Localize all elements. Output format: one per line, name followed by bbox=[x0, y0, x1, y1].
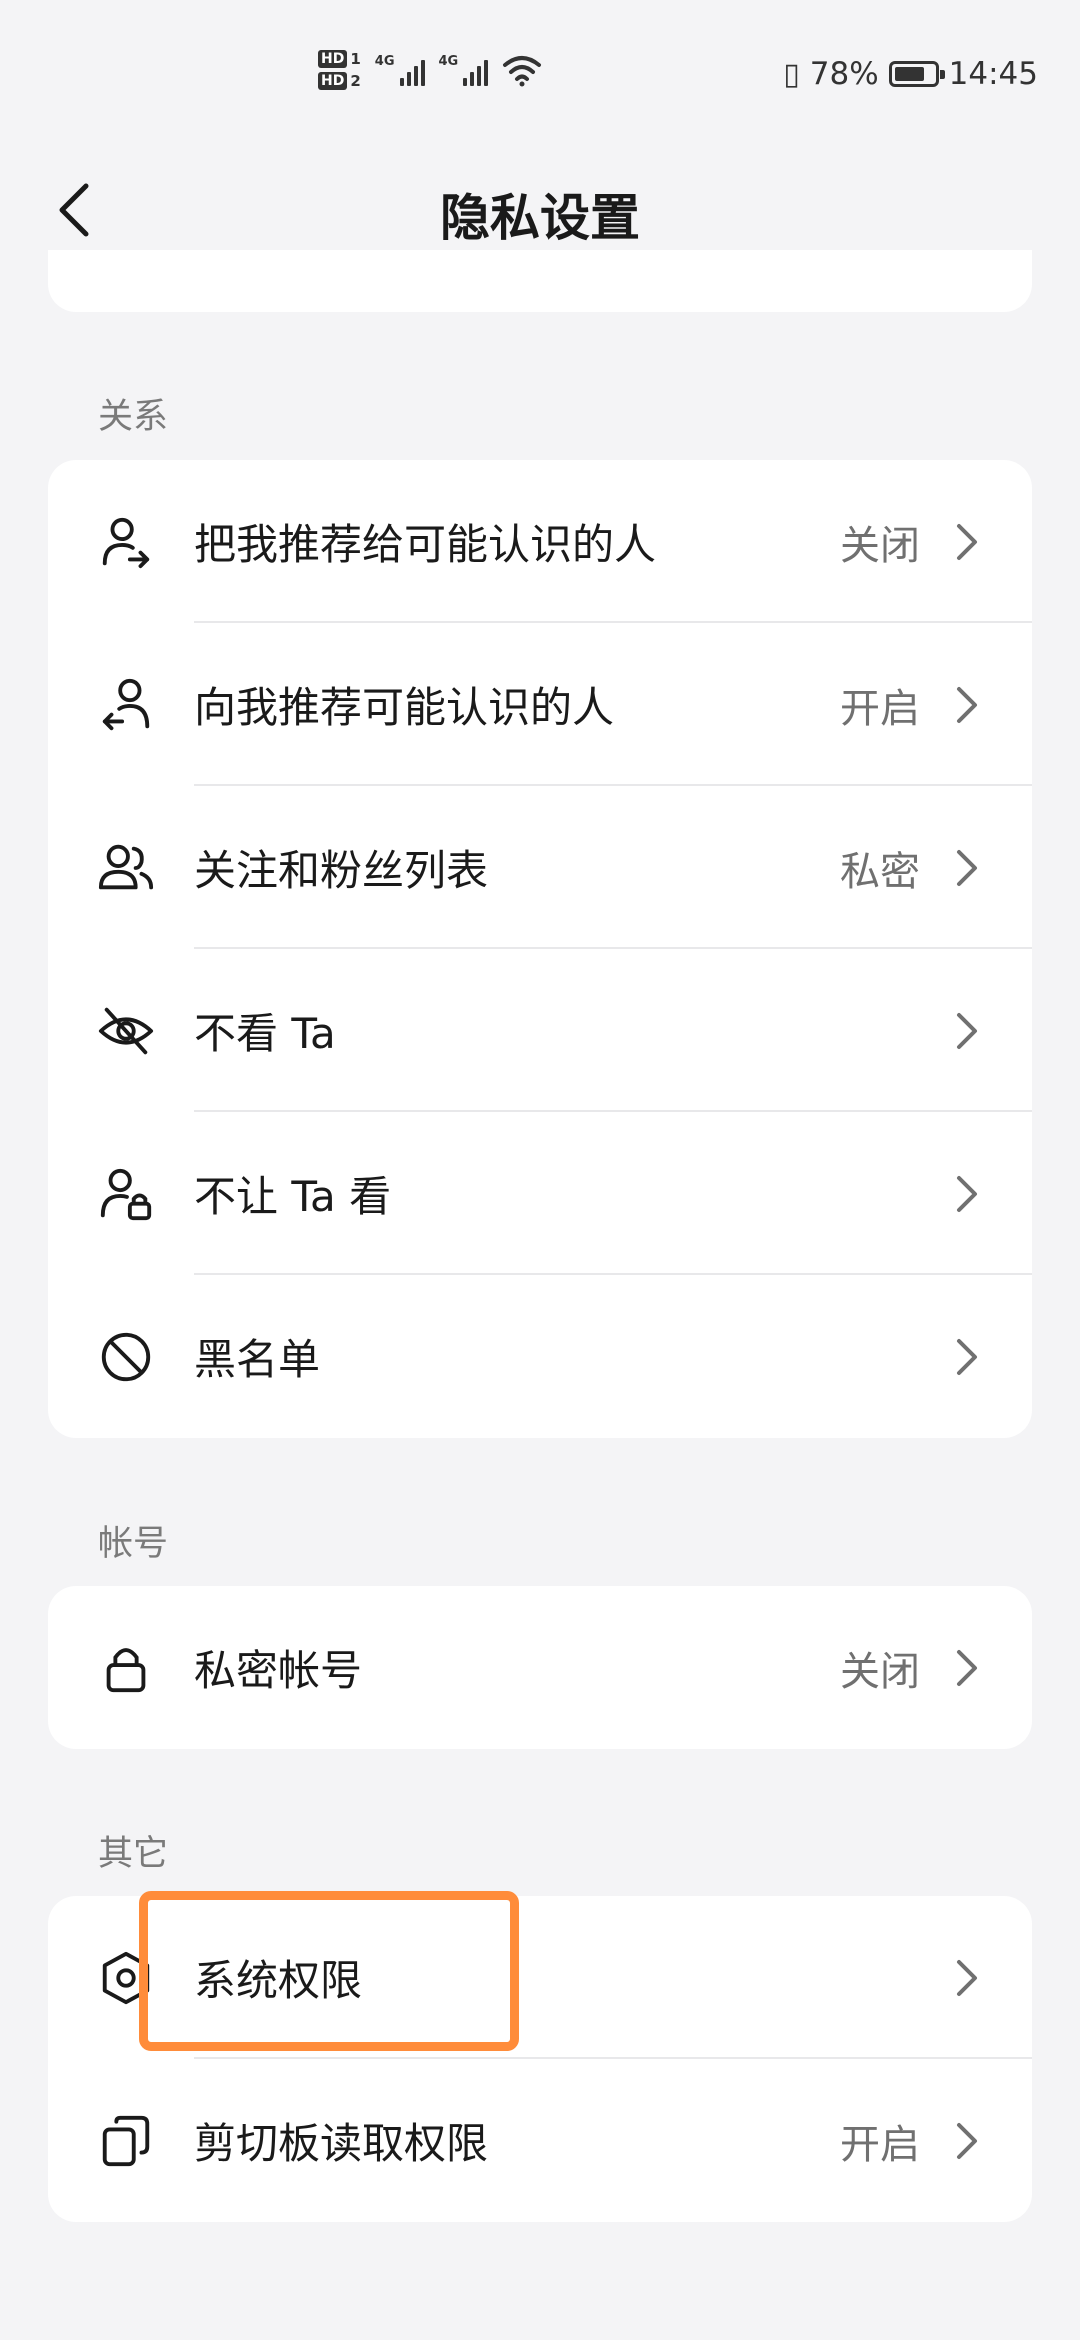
setting-row-private-account[interactable]: 私密帐号 关闭 bbox=[48, 1586, 1032, 1749]
account-card: 私密帐号 关闭 bbox=[48, 1586, 1032, 1749]
clipboard-copy-icon bbox=[96, 2111, 156, 2171]
chevron-right-icon bbox=[957, 686, 977, 723]
setting-row-system-permissions[interactable]: 系统权限 bbox=[48, 1896, 1032, 2059]
chevron-right-icon bbox=[957, 523, 977, 560]
setting-value: 关闭 bbox=[840, 522, 920, 569]
other-card: 系统权限 剪切板读取权限 开启 bbox=[48, 1896, 1032, 2222]
signal-icon-1: 4G bbox=[375, 54, 425, 86]
battery-percent: 78% bbox=[809, 56, 879, 92]
hd2-badge: HD bbox=[318, 72, 348, 90]
setting-label: 黑名单 bbox=[194, 1335, 321, 1384]
setting-value: 开启 bbox=[840, 685, 920, 732]
clock: 14:45 bbox=[948, 56, 1038, 92]
section-label-relations: 关系 bbox=[98, 397, 169, 437]
setting-label: 不让 Ta 看 bbox=[194, 1172, 392, 1221]
wifi-icon bbox=[503, 56, 542, 87]
chevron-right-icon bbox=[957, 1012, 977, 1049]
setting-row-dont-let-ta-see[interactable]: 不让 Ta 看 bbox=[48, 1112, 1032, 1275]
setting-row-recommend-me[interactable]: 把我推荐给可能认识的人 关闭 bbox=[48, 460, 1032, 623]
previous-card-remnant bbox=[48, 250, 1032, 312]
chevron-right-icon bbox=[957, 2122, 977, 2159]
section-label-account: 帐号 bbox=[98, 1524, 169, 1564]
setting-label: 把我推荐给可能认识的人 bbox=[194, 520, 657, 569]
chevron-right-icon bbox=[957, 1959, 977, 1996]
signal1-label: 4G bbox=[374, 54, 395, 69]
setting-row-dont-see-ta[interactable]: 不看 Ta bbox=[48, 949, 1032, 1112]
block-icon bbox=[96, 1327, 156, 1387]
status-bar-right: ▯ 78% 14:45 bbox=[783, 56, 1038, 92]
setting-row-follow-fans-list[interactable]: 关注和粉丝列表 私密 bbox=[48, 786, 1032, 949]
relations-card: 把我推荐给可能认识的人 关闭 向我推荐可能认识的人 开启 关注和粉丝列表 私密 … bbox=[48, 460, 1032, 1438]
chevron-right-icon bbox=[957, 1175, 977, 1212]
setting-row-recommend-to-me[interactable]: 向我推荐可能认识的人 开启 bbox=[48, 623, 1032, 786]
section-label-other: 其它 bbox=[98, 1834, 169, 1874]
vibrate-icon: ▯ bbox=[783, 56, 800, 92]
signal-icon-2: 4G bbox=[439, 54, 489, 86]
hd1-badge: HD bbox=[318, 50, 348, 68]
status-bar: HD 1 HD 2 4G 4G ▯ 78% 14:45 bbox=[0, 0, 1080, 150]
setting-label: 私密帐号 bbox=[194, 1646, 363, 1695]
eye-off-icon bbox=[96, 1001, 156, 1061]
chevron-right-icon bbox=[957, 1338, 977, 1375]
hd1-number: 1 bbox=[350, 50, 361, 68]
setting-label: 不看 Ta bbox=[194, 1009, 336, 1058]
signal2-label: 4G bbox=[438, 54, 459, 69]
page-title: 隐私设置 bbox=[440, 189, 640, 247]
person-lock-icon bbox=[96, 1164, 156, 1224]
chevron-right-icon bbox=[957, 1649, 977, 1686]
setting-row-clipboard-permission[interactable]: 剪切板读取权限 开启 bbox=[48, 2059, 1032, 2222]
hexagon-settings-icon bbox=[96, 1948, 156, 2008]
setting-value: 关闭 bbox=[840, 1648, 920, 1695]
chevron-right-icon bbox=[957, 849, 977, 886]
battery-icon bbox=[888, 61, 945, 87]
setting-value: 私密 bbox=[840, 848, 920, 895]
lock-icon bbox=[96, 1638, 156, 1698]
person-share-icon bbox=[96, 512, 156, 572]
people-icon bbox=[96, 838, 156, 898]
setting-value: 开启 bbox=[840, 2121, 920, 2168]
person-receive-icon bbox=[96, 675, 156, 735]
setting-label: 向我推荐可能认识的人 bbox=[194, 683, 615, 732]
hd2-number: 2 bbox=[350, 72, 361, 90]
status-bar-left: HD 1 HD 2 4G 4G bbox=[318, 50, 542, 90]
setting-label: 系统权限 bbox=[194, 1956, 363, 2005]
setting-label: 关注和粉丝列表 bbox=[194, 846, 489, 895]
setting-label: 剪切板读取权限 bbox=[194, 2119, 489, 2168]
setting-row-blacklist[interactable]: 黑名单 bbox=[48, 1275, 1032, 1438]
hd-indicators: HD 1 HD 2 bbox=[318, 50, 361, 90]
